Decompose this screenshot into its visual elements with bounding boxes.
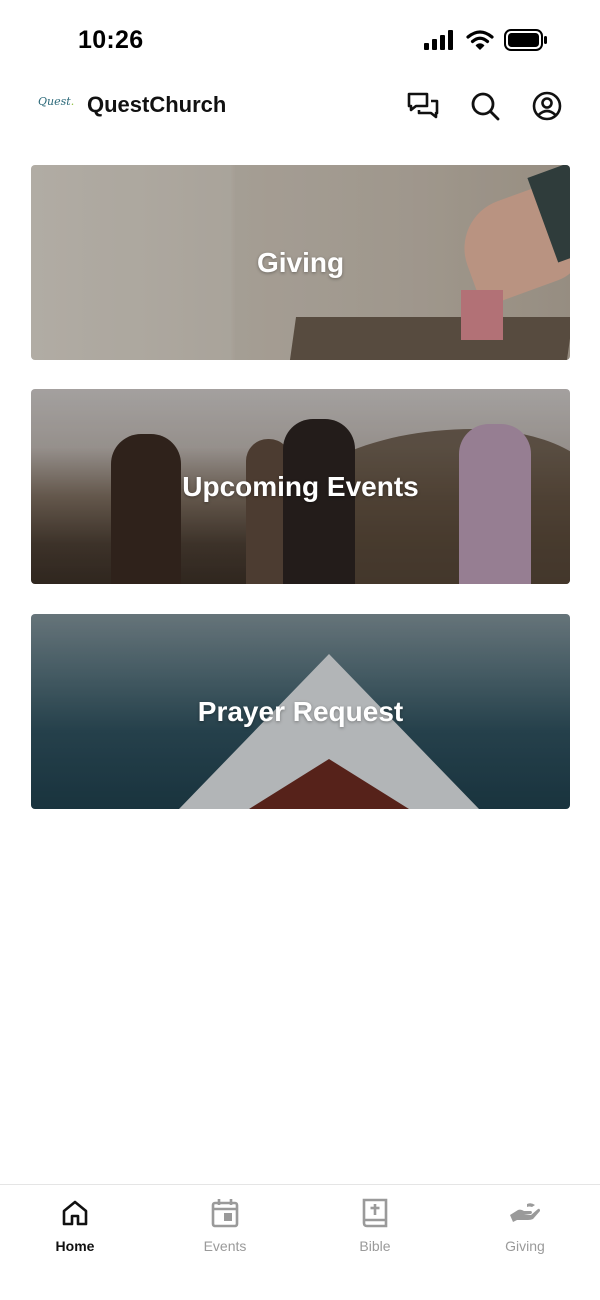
tab-home-label: Home bbox=[55, 1238, 95, 1254]
search-icon[interactable] bbox=[468, 89, 502, 123]
tab-giving[interactable]: Giving bbox=[450, 1185, 600, 1300]
home-icon bbox=[59, 1197, 91, 1229]
upcoming-events-card-label: Upcoming Events bbox=[182, 470, 419, 502]
status-time: 10:26 bbox=[78, 26, 144, 54]
wifi-icon bbox=[466, 30, 494, 55]
calendar-icon bbox=[209, 1197, 241, 1229]
tab-giving-label: Giving bbox=[505, 1238, 545, 1254]
church-logo: Quest. bbox=[38, 95, 75, 108]
upcoming-events-card[interactable]: Upcoming Events bbox=[31, 389, 570, 584]
giving-hand-icon bbox=[509, 1197, 541, 1229]
bottom-tab-bar: Home Events Bible Giving bbox=[0, 1184, 600, 1300]
tab-home[interactable]: Home bbox=[0, 1185, 150, 1300]
status-bar: 10:26 bbox=[0, 0, 600, 80]
giving-card[interactable]: Giving bbox=[31, 165, 570, 360]
bible-icon bbox=[359, 1197, 391, 1229]
app-title: QuestChurch bbox=[87, 92, 227, 117]
giving-card-label: Giving bbox=[256, 246, 345, 278]
battery-icon bbox=[504, 29, 548, 56]
tab-bible-label: Bible bbox=[359, 1238, 391, 1254]
tab-bible[interactable]: Bible bbox=[300, 1185, 450, 1300]
cellular-signal-icon bbox=[424, 30, 456, 55]
status-icons bbox=[424, 29, 548, 56]
header-actions bbox=[406, 89, 564, 123]
chat-icon[interactable] bbox=[406, 89, 440, 123]
app-header: Quest. QuestChurch bbox=[0, 78, 600, 134]
prayer-request-card[interactable]: Prayer Request bbox=[31, 614, 570, 809]
prayer-request-card-label: Prayer Request bbox=[197, 695, 404, 727]
account-icon[interactable] bbox=[530, 89, 564, 123]
tab-events[interactable]: Events bbox=[150, 1185, 300, 1300]
tab-events-label: Events bbox=[203, 1238, 247, 1254]
